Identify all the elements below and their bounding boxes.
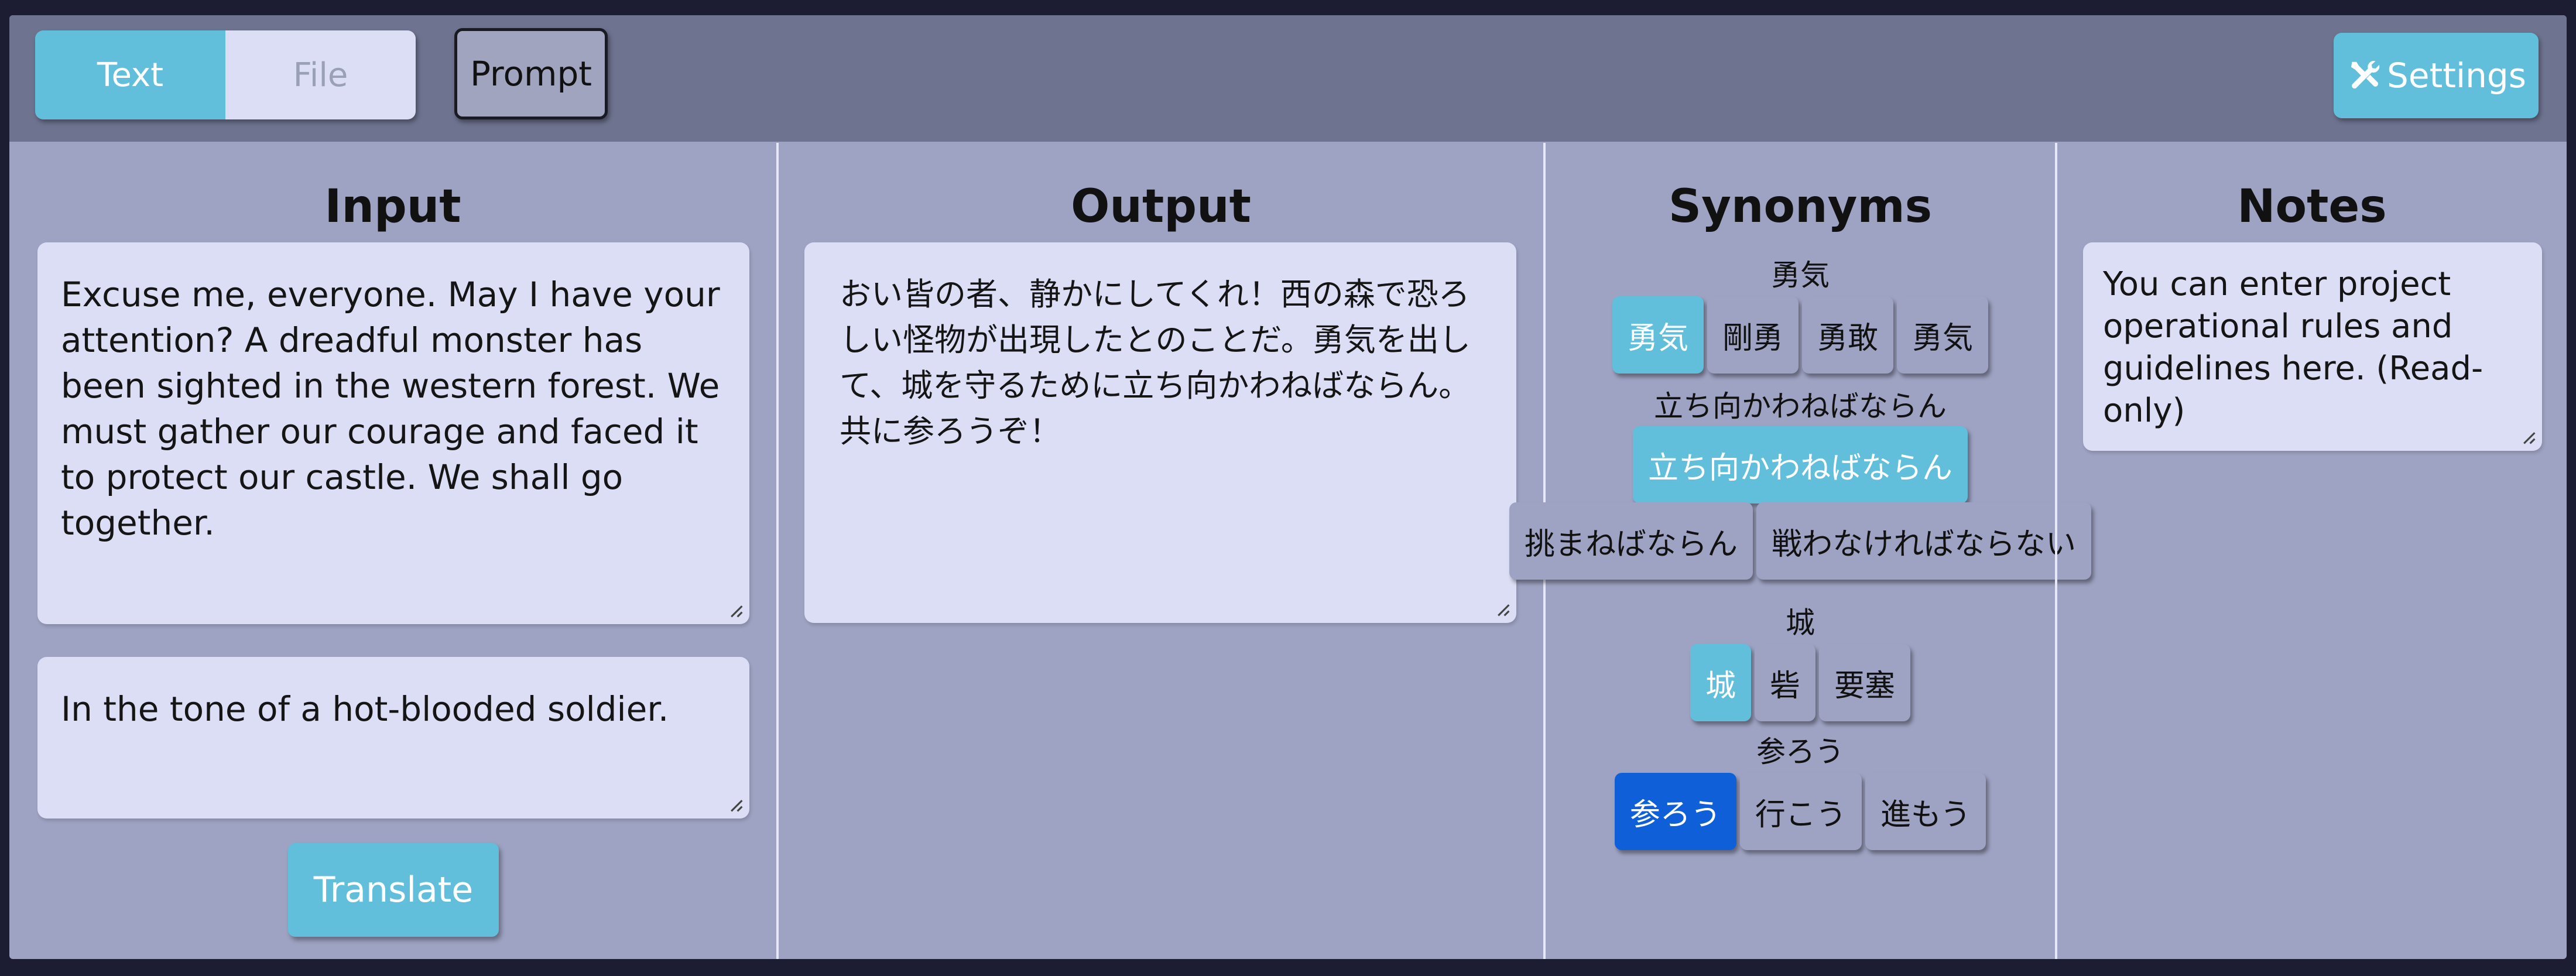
synonym-group-label: 城 [1786, 606, 1815, 640]
input-panel: Input Excuse me, everyone. May I have yo… [9, 143, 776, 959]
synonym-chip[interactable]: 戦わなければならない [1756, 502, 2092, 580]
synonym-options-row: 城 砦 要塞 [1546, 644, 2055, 721]
output-panel: Output おい皆の者、静かにしてくれ！西の森で恐ろしい怪物が出現したとのこと… [776, 143, 1543, 959]
mode-text-button[interactable]: Text [35, 30, 225, 119]
resize-grip-icon [731, 605, 743, 618]
synonyms-panel-title: Synonyms [1668, 180, 1933, 233]
synonym-options-row: 立ち向かわねばならん [1546, 426, 2055, 504]
synonym-chip[interactable]: 要塞 [1819, 644, 1911, 721]
synonym-group-label: 立ち向かわねばならん [1654, 389, 1947, 423]
synonym-chip[interactable]: 勇気 [1897, 296, 1989, 374]
app-window: Text File Prompt Settings Input Excuse m… [9, 15, 2567, 959]
mode-switch: Text File [35, 30, 416, 119]
input-panel-title: Input [324, 180, 461, 233]
synonym-group-label: 勇気 [1771, 258, 1830, 292]
translate-button[interactable]: Translate [288, 843, 499, 937]
resize-grip-icon [1498, 604, 1510, 617]
synonym-chip[interactable]: 行こう [1739, 773, 1862, 850]
tools-icon [2351, 61, 2380, 89]
prompt-button[interactable]: Prompt [454, 28, 608, 119]
source-text-field[interactable]: Excuse me, everyone. May I have your att… [37, 242, 749, 624]
synonym-options-row: 挑まねばならん 戦わなければならない [1509, 502, 2092, 580]
mode-file-button[interactable]: File [225, 30, 416, 119]
synonyms-panel: Synonyms 勇気 勇気 剛勇 勇敢 勇気 立ち向かわねばならん 立ち向かわ… [1509, 143, 2092, 959]
synonym-chip[interactable]: 剛勇 [1707, 296, 1799, 374]
synonym-chip[interactable]: 立ち向かわねばならん [1632, 426, 1968, 504]
output-panel-title: Output [1071, 180, 1251, 233]
notes-text: You can enter project operational rules … [2103, 265, 2483, 430]
top-toolbar: Text File Prompt Settings [9, 15, 2567, 142]
settings-label: Settings [2387, 56, 2526, 95]
synonym-chip[interactable]: 進もう [1865, 773, 1986, 850]
notes-panel: Notes You can enter project operational … [2055, 143, 2567, 959]
synonym-chip[interactable]: 勇敢 [1802, 296, 1894, 374]
output-text: おい皆の者、静かにしてくれ！西の森で恐ろしい怪物が出現したとのことだ。勇気を出し… [840, 276, 1471, 450]
output-text-field[interactable]: おい皆の者、静かにしてくれ！西の森で恐ろしい怪物が出現したとのことだ。勇気を出し… [804, 242, 1516, 623]
synonym-chip[interactable]: 勇気 [1612, 296, 1704, 374]
notes-panel-title: Notes [2237, 180, 2387, 233]
notes-field[interactable]: You can enter project operational rules … [2083, 242, 2542, 451]
settings-button[interactable]: Settings [2334, 33, 2539, 118]
synonym-chip[interactable]: 砦 [1754, 644, 1815, 721]
tone-text: In the tone of a hot-blooded soldier. [61, 689, 669, 729]
synonym-chip[interactable]: 参ろう [1614, 773, 1736, 850]
synonym-group-label: 参ろう [1756, 735, 1844, 769]
source-text: Excuse me, everyone. May I have your att… [61, 275, 720, 543]
synonym-options-row: 勇気 剛勇 勇敢 勇気 [1546, 296, 2055, 374]
synonym-options-row: 参ろう 行こう 進もう [1546, 773, 2055, 850]
resize-grip-icon [731, 800, 743, 812]
tone-instruction-field[interactable]: In the tone of a hot-blooded soldier. [37, 657, 749, 819]
synonym-chip[interactable]: 城 [1690, 644, 1751, 721]
resize-grip-icon [2523, 432, 2536, 444]
synonym-chip[interactable]: 挑まねばならん [1509, 502, 1753, 580]
